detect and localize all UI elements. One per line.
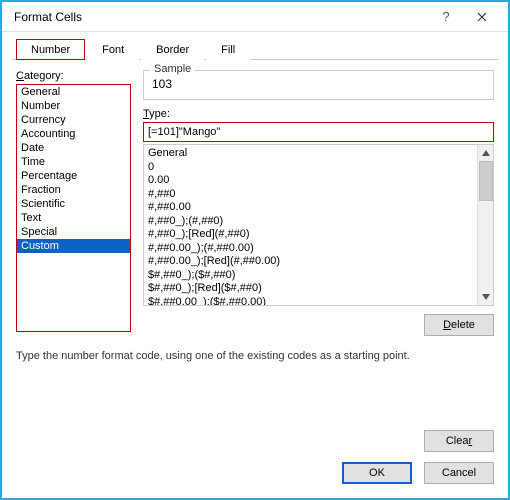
list-item[interactable]: Special [17,225,130,239]
list-item[interactable]: #,##0.00_);[Red](#,##0.00) [144,255,477,269]
list-item[interactable]: Accounting [17,127,130,141]
list-item[interactable]: Date [17,141,130,155]
list-item[interactable]: Custom [17,239,130,253]
scrollbar[interactable] [477,145,493,305]
list-item[interactable]: #,##0 [144,188,477,202]
titlebar: Format Cells ? [2,2,508,32]
format-cells-dialog: Format Cells ? Number Font Border Fill C… [0,0,510,500]
sample-box: Sample 103 [143,70,494,100]
sample-label: Sample [150,63,195,75]
category-listbox[interactable]: General Number Currency Accounting Date … [16,84,131,332]
list-item[interactable]: #,##0.00_);(#,##0.00) [144,242,477,256]
cancel-button[interactable]: Cancel [424,462,494,484]
dialog-footer: OK Cancel [2,452,508,498]
list-item[interactable]: Percentage [17,169,130,183]
list-item[interactable]: Scientific [17,197,130,211]
category-label: Category: [16,70,131,82]
clear-button[interactable]: Clear [424,430,494,452]
tab-border[interactable]: Border [141,39,204,60]
list-item[interactable]: 0.00 [144,174,477,188]
type-input[interactable] [143,122,494,142]
delete-button[interactable]: Delete [424,314,494,336]
list-item[interactable]: $#,##0.00_);($#,##0.00) [144,296,477,307]
format-listbox[interactable]: General 0 0.00 #,##0 #,##0.00 #,##0_);(#… [143,144,494,306]
list-item[interactable]: #,##0.00 [144,201,477,215]
scroll-thumb[interactable] [479,161,493,201]
help-icon[interactable]: ? [428,3,464,31]
scroll-down-icon[interactable] [478,289,494,305]
list-item[interactable]: General [17,85,130,99]
list-item[interactable]: 0 [144,161,477,175]
list-item[interactable]: $#,##0_);[Red]($#,##0) [144,282,477,296]
list-item[interactable]: Fraction [17,183,130,197]
tab-content: Category: General Number Currency Accoun… [2,60,508,396]
list-item[interactable]: Currency [17,113,130,127]
list-item[interactable]: Text [17,211,130,225]
list-item[interactable]: Number [17,99,130,113]
list-item[interactable]: #,##0_);(#,##0) [144,215,477,229]
ok-button[interactable]: OK [342,462,412,484]
list-item[interactable]: General [144,147,477,161]
help-text: Type the number format code, using one o… [16,350,494,362]
tab-number[interactable]: Number [16,39,85,60]
close-icon[interactable] [464,3,500,31]
window-title: Format Cells [14,10,428,24]
sample-value: 103 [152,77,485,91]
list-item[interactable]: #,##0_);[Red](#,##0) [144,228,477,242]
tab-fill[interactable]: Fill [206,39,250,60]
scroll-up-icon[interactable] [478,145,494,161]
tabstrip: Number Font Border Fill [12,38,498,60]
tab-font[interactable]: Font [87,39,139,60]
list-item[interactable]: Time [17,155,130,169]
list-item[interactable]: $#,##0_);($#,##0) [144,269,477,283]
type-label: Type: [143,108,494,120]
